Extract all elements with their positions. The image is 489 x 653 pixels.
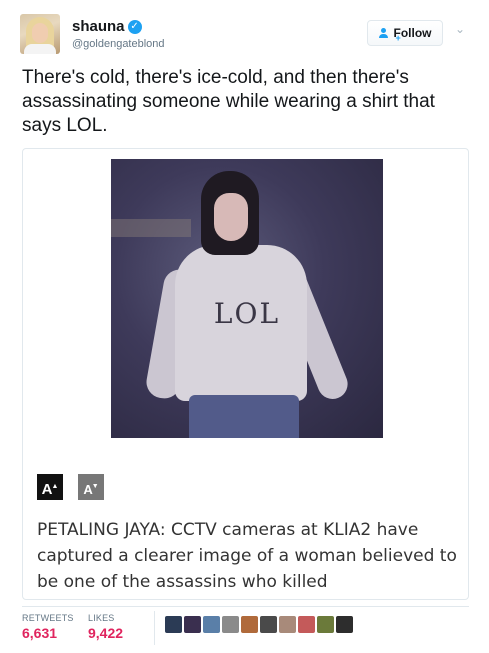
likes-count: 9,422 xyxy=(88,625,124,641)
liker-avatar[interactable] xyxy=(279,616,296,633)
article-excerpt: PETALING JAYA: CCTV cameras at KLIA2 hav… xyxy=(37,520,457,592)
follow-button[interactable]: + Follow xyxy=(367,20,443,46)
avatar-shirt xyxy=(24,44,56,54)
liker-avatar[interactable] xyxy=(260,616,277,633)
font-size-decrease-button[interactable]: A▼ xyxy=(78,474,104,500)
retweets-stat[interactable]: RETWEETS 6,631 xyxy=(22,613,74,641)
photo-face xyxy=(214,193,248,241)
liker-avatar[interactable] xyxy=(298,616,315,633)
liker-avatar[interactable] xyxy=(241,616,258,633)
avatar-face xyxy=(32,23,48,43)
user-info: shauna ✓ @goldengateblond xyxy=(72,18,165,51)
photo-pants xyxy=(189,395,299,438)
liker-avatar[interactable] xyxy=(336,616,353,633)
likes-label: LIKES xyxy=(88,613,115,623)
stats-divider xyxy=(154,611,155,645)
display-name[interactable]: shauna xyxy=(72,18,125,36)
user-handle[interactable]: @goldengateblond xyxy=(72,37,165,51)
chevron-down-icon[interactable]: ⌄ xyxy=(453,22,467,36)
retweets-label: RETWEETS xyxy=(22,613,74,623)
tweet-text: There's cold, there's ice-cold, and then… xyxy=(22,67,435,136)
liker-avatar[interactable] xyxy=(203,616,220,633)
cctv-photo: LOL xyxy=(111,159,383,438)
font-size-increase-button[interactable]: A▲ xyxy=(37,474,63,500)
article-card[interactable]: LOL A▲ A▼ PETALING JAYA: CCTV cameras at… xyxy=(22,148,469,600)
verified-badge-icon: ✓ xyxy=(127,20,142,34)
liker-avatar[interactable] xyxy=(184,616,201,633)
likes-stat[interactable]: LIKES 9,422 xyxy=(88,613,123,641)
liker-avatar[interactable] xyxy=(165,616,182,633)
retweets-count: 6,631 xyxy=(22,625,58,641)
liker-avatar[interactable] xyxy=(222,616,239,633)
liker-avatar[interactable] xyxy=(317,616,334,633)
avatar[interactable] xyxy=(20,14,60,54)
shirt-lol-text: LOL xyxy=(213,297,281,330)
liker-avatars xyxy=(165,616,355,638)
add-user-icon: + xyxy=(378,28,401,43)
tweet-stats: RETWEETS 6,631 LIKES 9,422 xyxy=(22,606,469,651)
photo-background xyxy=(111,219,191,237)
tweet-header: shauna ✓ @goldengateblond + Follow ⌄ xyxy=(20,14,467,54)
